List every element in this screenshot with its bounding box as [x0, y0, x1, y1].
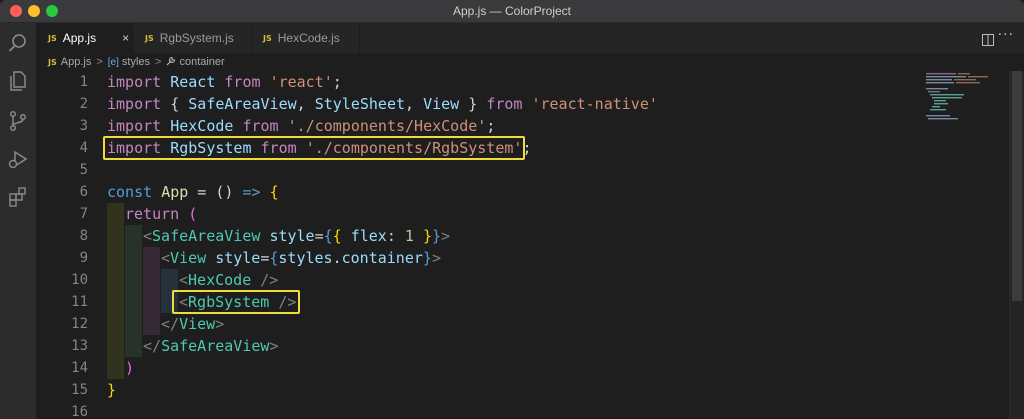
breadcrumb-styles[interactable]: styles: [122, 56, 150, 68]
code-line: }: [107, 381, 117, 399]
tab-app-js[interactable]: JS App.js ×: [36, 23, 134, 53]
property-wrench-icon: [166, 56, 176, 69]
minimap[interactable]: [924, 71, 994, 131]
line-number: 8: [79, 228, 88, 244]
line-number: 3: [79, 118, 88, 134]
javascript-file-icon: JS: [48, 33, 57, 43]
more-actions-icon[interactable]: ···: [998, 27, 1014, 43]
vscode-window: App.js — ColorProject JS App.js × JS Rgb…: [0, 0, 1024, 419]
breadcrumb-separator: >: [155, 56, 162, 68]
code-editor[interactable]: 1 2 3 4 5 6 7 8 9 10 11 12 13 14 15 16 i…: [36, 71, 1024, 419]
line-number: 2: [79, 96, 88, 112]
explorer-icon[interactable]: [6, 69, 30, 93]
code-line: import HexCode from './components/HexCod…: [107, 117, 496, 135]
line-number: 7: [79, 206, 88, 222]
activity-bar: [0, 23, 36, 419]
split-editor-icon[interactable]: [982, 31, 994, 46]
tab-hexcode-js[interactable]: JS HexCode.js: [251, 23, 360, 53]
line-number: 15: [71, 382, 88, 398]
line-number: 14: [71, 360, 88, 376]
breadcrumb-container[interactable]: container: [179, 56, 224, 68]
line-number: 11: [71, 294, 88, 310]
javascript-file-icon: JS: [145, 33, 154, 43]
code-line: </SafeAreaView>: [143, 337, 279, 355]
tab-bar: JS App.js × JS RgbSystem.js JS HexCode.j…: [36, 23, 1024, 53]
code-line: const App = () => {: [107, 183, 279, 201]
code-line: </View>: [161, 315, 225, 333]
run-debug-icon[interactable]: [6, 147, 30, 171]
highlight-box-line-4: [103, 136, 525, 160]
line-number: 16: [71, 404, 88, 419]
javascript-file-icon: JS: [48, 57, 57, 67]
close-tab-icon[interactable]: ×: [122, 31, 129, 45]
extensions-icon[interactable]: [6, 185, 30, 209]
line-number: 1: [79, 74, 88, 90]
line-number: 10: [71, 272, 88, 288]
line-number: 4: [79, 140, 88, 156]
title-bar: App.js — ColorProject: [0, 0, 1024, 23]
breadcrumb-separator: >: [96, 56, 103, 68]
indent-guide: [143, 247, 160, 335]
window-title: App.js — ColorProject: [452, 4, 572, 18]
line-number: 5: [79, 162, 88, 178]
variable-symbol-icon: [e]: [107, 56, 119, 68]
tab-label: HexCode.js: [277, 31, 340, 45]
javascript-file-icon: JS: [263, 33, 272, 43]
line-number: 12: [71, 316, 88, 332]
scrollbar-thumb[interactable]: [1012, 71, 1022, 301]
line-number: 6: [79, 184, 88, 200]
code-line: <HexCode />: [179, 271, 279, 289]
indent-guide: [125, 225, 142, 357]
code-line: <View style={styles.container}>: [161, 249, 441, 267]
breadcrumb: JS App.js > [e] styles > container: [36, 53, 1024, 71]
code-line: <SafeAreaView style={{ flex: 1 }}>: [143, 227, 451, 245]
highlight-box-line-11: [172, 290, 300, 314]
line-number: 13: [71, 338, 88, 354]
indent-guide: [107, 203, 124, 379]
vertical-scrollbar[interactable]: [1009, 71, 1024, 419]
code-line: return (: [125, 205, 198, 223]
code-line: import { SafeAreaView, StyleSheet, View …: [107, 95, 658, 113]
tab-label: RgbSystem.js: [159, 31, 234, 45]
breadcrumb-file[interactable]: App.js: [61, 56, 92, 68]
search-icon[interactable]: [6, 31, 30, 55]
code-line: import React from 'react';: [107, 73, 342, 91]
tab-rgbsystem-js[interactable]: JS RgbSystem.js: [133, 23, 252, 53]
tab-label: App.js: [62, 31, 97, 45]
source-control-icon[interactable]: [6, 109, 30, 133]
code-line: ): [125, 359, 135, 377]
line-number: 9: [79, 250, 88, 266]
